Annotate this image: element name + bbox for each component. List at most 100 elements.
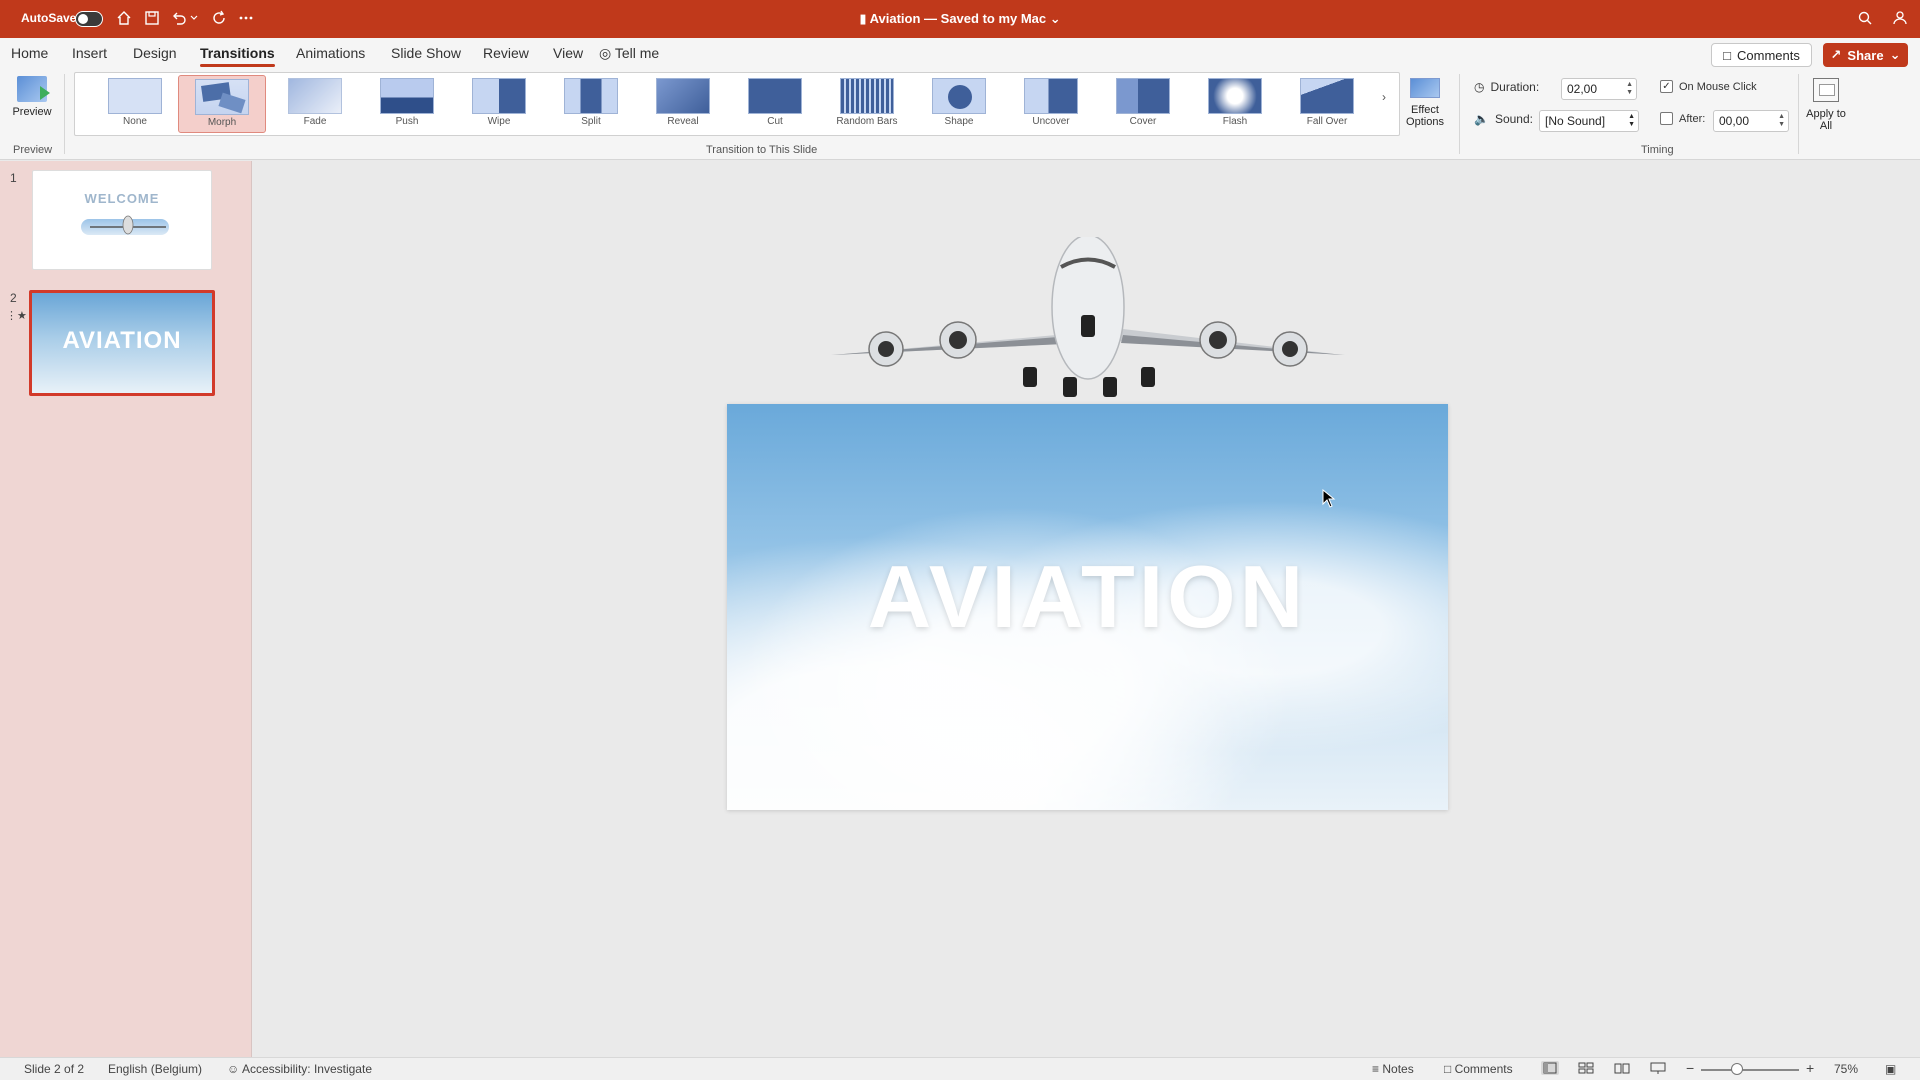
comments-button[interactable]: □ Comments [1711,43,1812,67]
zoom-slider[interactable] [1701,1069,1799,1071]
preview-icon [17,76,50,102]
cover-thumb-icon [1116,78,1170,114]
stepper-icon[interactable]: ▲ ▼ [1626,81,1633,97]
mouse-cursor-icon [1322,489,1336,508]
gallery-scroll-icon[interactable]: › [1382,90,1386,104]
document-title-text: Aviation — Saved to my Mac [869,11,1047,26]
normal-view-icon[interactable] [1541,1061,1559,1075]
transition-uncover[interactable]: Uncover [1007,75,1095,133]
airplane-image[interactable] [823,237,1353,409]
tab-animations[interactable]: Animations [296,45,365,61]
tab-transitions[interactable]: Transitions [200,45,275,67]
after-value: 00,00 [1719,114,1750,128]
transition-flash[interactable]: Flash [1191,75,1279,133]
transition-label: None [123,116,147,127]
clock-icon: ◷ [1474,80,1485,94]
after-label: After: [1679,112,1706,125]
zoom-level[interactable]: 75% [1834,1062,1858,1076]
transition-label: Cut [767,116,783,127]
slide-number: 2 [10,291,17,305]
tab-slide-show[interactable]: Slide Show [391,45,461,61]
tab-design[interactable]: Design [133,45,177,61]
uncover-thumb-icon [1024,78,1078,114]
transition-random-bars[interactable]: Random Bars [823,75,911,133]
slide-title[interactable]: AVIATION [727,546,1448,648]
transition-wipe[interactable]: Wipe [455,75,543,133]
zoom-out-icon[interactable]: − [1686,1060,1694,1076]
comment-icon: □ [1723,47,1731,63]
tell-me-label: Tell me [614,45,660,61]
zoom-in-icon[interactable]: + [1806,1060,1814,1076]
tab-insert[interactable]: Insert [72,45,107,61]
zoom-slider-handle[interactable] [1731,1063,1743,1075]
transition-reveal[interactable]: Reveal [639,75,727,133]
more-icon[interactable] [235,7,257,29]
reading-view-icon[interactable] [1613,1061,1631,1075]
transition-cover[interactable]: Cover [1099,75,1187,133]
transition-shape[interactable]: Shape [915,75,1003,133]
transition-label: Flash [1222,116,1248,127]
transition-push[interactable]: Push [363,75,451,133]
fit-to-window-icon[interactable]: ▣ [1885,1062,1896,1076]
ribbon: Preview Preview None Morph Fade Push Wip… [0,68,1920,160]
on-mouse-click-checkbox[interactable]: ✓ [1660,80,1673,93]
transition-none[interactable]: None [91,75,179,133]
account-icon[interactable] [1888,7,1910,29]
slide-thumbnail-2[interactable]: AVIATION [29,290,215,396]
tab-review[interactable]: Review [483,45,529,61]
slide-sorter-icon[interactable] [1577,1061,1595,1075]
tab-home[interactable]: Home [11,45,48,61]
effect-options-button[interactable]: Effect Options [1401,78,1449,128]
search-icon[interactable] [1854,7,1876,29]
fade-thumb-icon [288,78,342,114]
autosave-label: AutoSave [21,11,77,25]
preview-group-label: Preview [13,144,53,156]
preview-button[interactable]: Preview [8,76,56,136]
accessibility-status[interactable]: ☺ Accessibility: Investigate [227,1062,372,1076]
notes-button[interactable]: ≡ Notes [1372,1062,1414,1076]
sound-select[interactable]: [No Sound] ▲ ▼ [1539,110,1639,132]
language-indicator[interactable]: English (Belgium) [108,1062,202,1076]
transition-morph[interactable]: Morph [178,75,266,133]
stepper-icon[interactable]: ▲ ▼ [1778,113,1785,129]
undo-icon[interactable] [168,7,190,29]
duration-row: ◷ Duration: [1474,80,1539,94]
slide-editing-canvas: AVIATION [253,161,1920,1057]
transition-cut[interactable]: Cut [731,75,819,133]
split-thumb-icon [564,78,618,114]
slideshow-view-icon[interactable] [1649,1061,1667,1075]
duration-input[interactable]: 02,00 ▲ ▼ [1561,78,1637,100]
airplane-thumbnail-icon [90,215,166,235]
status-comments-button[interactable]: □ Comments [1444,1062,1513,1076]
transition-fade[interactable]: Fade [271,75,359,133]
after-row: After: [1660,112,1705,125]
transition-label: Fade [303,116,327,127]
home-icon[interactable] [113,7,135,29]
save-icon[interactable] [141,7,163,29]
accessibility-label: Accessibility: Investigate [241,1062,372,1076]
transition-fall-over[interactable]: Fall Over [1283,75,1371,133]
slide-thumbnail-1[interactable]: WELCOME [32,170,212,270]
transition-label: Random Bars [836,116,898,127]
after-checkbox[interactable] [1660,112,1673,125]
redo-icon[interactable] [208,7,230,29]
undo-dropdown-icon[interactable] [188,7,200,29]
share-button[interactable]: ↗ Share ⌄ [1823,43,1908,67]
autosave-toggle[interactable] [75,11,103,27]
effect-options-icon [1410,78,1440,98]
notes-label: Notes [1382,1062,1414,1076]
transition-label: Push [395,116,419,127]
none-thumb-icon [108,78,162,114]
on-mouse-click-row[interactable]: ✓ On Mouse Click [1660,80,1757,93]
share-button-label: Share [1847,47,1884,63]
after-input[interactable]: 00,00 ▲ ▼ [1713,110,1789,132]
apply-to-all-button[interactable]: Apply to All [1806,78,1846,132]
slide-number: 1 [10,171,17,185]
fall-over-thumb-icon [1300,78,1354,114]
tab-view[interactable]: View [553,45,583,61]
current-slide[interactable]: AVIATION [727,404,1448,810]
document-title-button[interactable]: ▮ Aviation — Saved to my Mac ⌄ [859,11,1060,26]
transition-split[interactable]: Split [547,75,635,133]
tell-me[interactable]: ◎ Tell me [599,45,659,62]
random-bars-thumb-icon [840,78,894,114]
